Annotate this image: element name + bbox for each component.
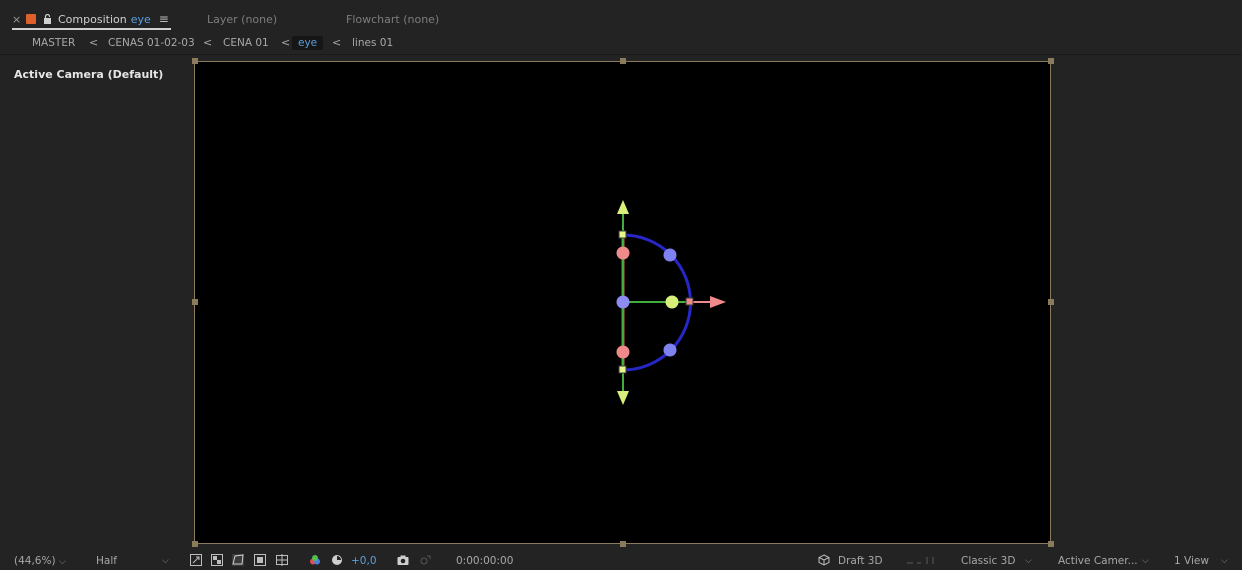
panel-tab-bar: × Composition eye ≡ Layer (none) Flowchar… [0, 0, 1242, 32]
channels-icon[interactable] [309, 554, 321, 566]
zoom-dropdown[interactable]: (44,6%) ⌵ [14, 554, 66, 568]
breadcrumb-item-eye[interactable]: eye [292, 36, 324, 50]
label-color-swatch[interactable] [26, 14, 36, 24]
region-of-interest-icon[interactable] [254, 554, 266, 566]
frame-handle[interactable] [1048, 541, 1054, 547]
camera-view-dropdown[interactable]: Active Camer... [1058, 554, 1138, 568]
bezier-handle [616, 345, 630, 359]
breadcrumb-item-master[interactable]: MASTER [32, 36, 75, 50]
breadcrumb-separator: < [332, 36, 342, 49]
grid-guides-icon[interactable] [276, 554, 288, 566]
vertex-right [685, 297, 694, 306]
renderer-dropdown[interactable]: Classic 3D [961, 554, 1015, 568]
y-axis-arrow-down [617, 391, 629, 405]
chevron-down-icon[interactable]: ⌵ [162, 554, 169, 568]
composition-name: eye [130, 12, 151, 26]
3d-ground-plane-icon[interactable] [905, 554, 939, 566]
exposure-value[interactable]: +0,0 [351, 554, 377, 568]
bezier-handle [616, 246, 630, 260]
tab-composition[interactable]: × Composition eye ≡ [12, 10, 171, 30]
viewer-footer: (44,6%) ⌵ Half ⌵ +0,0 0:00:00:00 Draft 3… [0, 552, 1242, 570]
y-axis-arrow-up [617, 200, 629, 214]
breadcrumb-separator: < [203, 36, 213, 49]
frame-handle[interactable] [1048, 299, 1054, 305]
fast-previews-icon[interactable] [190, 554, 202, 566]
draft-3d-icon[interactable] [818, 554, 830, 566]
tab-layer-label: Layer (none) [207, 12, 278, 26]
view-layout-value: 1 View [1174, 555, 1209, 567]
zoom-value: (44,6%) [14, 555, 56, 567]
vertex-top [618, 230, 627, 239]
breadcrumb-item-lines01[interactable]: lines 01 [352, 36, 393, 50]
reset-exposure-icon[interactable] [331, 554, 343, 566]
frame-handle[interactable] [192, 58, 198, 64]
resolution-dropdown[interactable]: Half [96, 554, 117, 568]
frame-handle[interactable] [192, 541, 198, 547]
panel-menu-icon[interactable]: ≡ [159, 12, 169, 26]
camera-view-value: Active Camer... [1058, 555, 1138, 567]
mask-visibility-icon[interactable] [232, 554, 244, 566]
renderer-value: Classic 3D [961, 555, 1016, 567]
breadcrumb-item-cenas[interactable]: CENAS 01-02-03 [108, 36, 195, 50]
view-layout-dropdown[interactable]: 1 View [1174, 554, 1209, 568]
x-axis-arrow [710, 296, 726, 308]
close-icon[interactable]: × [12, 13, 21, 26]
tab-flowchart-label: Flowchart (none) [346, 12, 440, 26]
transparency-grid-icon[interactable] [211, 554, 223, 566]
frame-handle[interactable] [192, 299, 198, 305]
frame-handle[interactable] [620, 58, 626, 64]
anchor-point-x [665, 295, 679, 309]
bezier-handle [663, 343, 677, 357]
bezier-handle [663, 248, 677, 262]
chevron-down-icon[interactable]: ⌵ [1221, 554, 1228, 568]
tab-flowchart[interactable]: Flowchart (none) [346, 10, 439, 28]
lock-icon[interactable] [42, 14, 52, 25]
breadcrumb-item-cena01[interactable]: CENA 01 [223, 36, 269, 50]
draft-3d-label[interactable]: Draft 3D [838, 554, 883, 568]
tab-composition-prefix: Composition [58, 12, 127, 26]
breadcrumb-separator: < [281, 36, 291, 49]
show-snapshot-icon[interactable] [419, 554, 431, 566]
chevron-down-icon[interactable]: ⌵ [1142, 554, 1149, 568]
breadcrumb: MASTER < CENAS 01-02-03 < CENA 01 < eye … [0, 32, 1242, 55]
snapshot-icon[interactable] [397, 554, 409, 566]
chevron-down-icon[interactable]: ⌵ [1025, 554, 1032, 568]
resolution-value: Half [96, 555, 117, 567]
breadcrumb-separator: < [89, 36, 99, 49]
tab-layer[interactable]: Layer (none) [207, 10, 277, 28]
chevron-down-icon: ⌵ [58, 557, 66, 567]
active-camera-label: Active Camera (Default) [14, 68, 164, 81]
shape-layer-gizmo[interactable] [580, 190, 740, 420]
vertex-bottom [618, 365, 627, 374]
current-time[interactable]: 0:00:00:00 [456, 554, 513, 568]
frame-handle[interactable] [620, 541, 626, 547]
anchor-point [616, 295, 630, 309]
frame-handle[interactable] [1048, 58, 1054, 64]
